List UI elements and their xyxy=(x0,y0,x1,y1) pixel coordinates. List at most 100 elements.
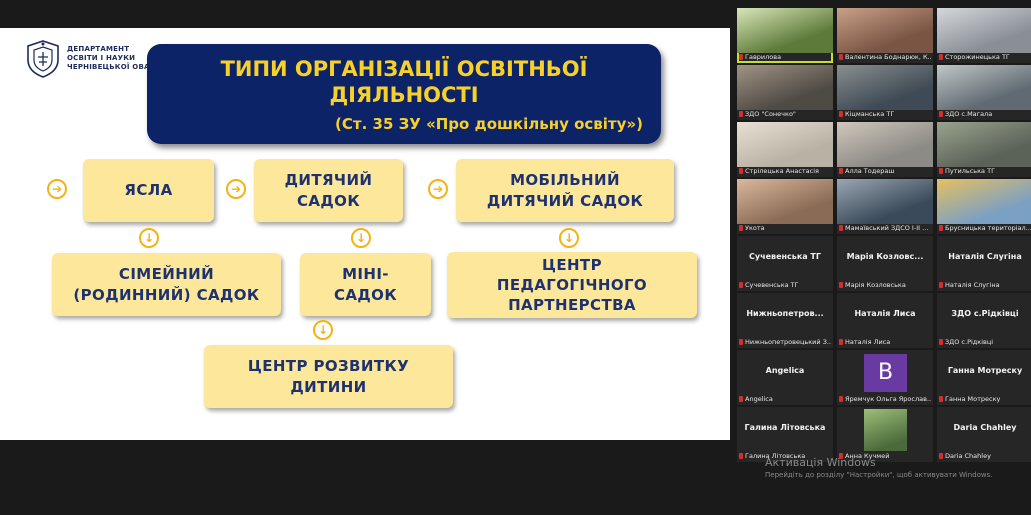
muted-mic-icon xyxy=(739,111,743,117)
muted-mic-icon xyxy=(739,225,743,231)
muted-mic-icon xyxy=(939,225,943,231)
participant-video xyxy=(937,122,1031,167)
participant-tile[interactable]: B Яремчук Ольга Ярослав... xyxy=(837,350,933,405)
participant-name: Ганна Мотреску xyxy=(939,395,1031,404)
participant-tile[interactable]: Алла Тодераш xyxy=(837,122,933,177)
participant-tile[interactable]: Анна Кучмей xyxy=(837,407,933,462)
participant-name-text: Валентина Боднарюк, К... xyxy=(845,53,931,61)
participant-name-text: Мамаївський ЗДСО І-ІІ ... xyxy=(845,224,929,232)
participant-tile[interactable]: Брусницька територіал... xyxy=(937,179,1031,234)
participant-tile[interactable]: Мамаївський ЗДСО І-ІІ ... xyxy=(837,179,933,234)
box-mini-sadok: МІНІ- САДОК xyxy=(300,253,431,316)
muted-mic-icon xyxy=(839,396,843,402)
muted-mic-icon xyxy=(939,168,943,174)
arrow-right-icon: ➔ xyxy=(47,179,67,199)
muted-mic-icon xyxy=(939,453,943,459)
participant-name-text: Angelica xyxy=(745,395,773,403)
participant-name-text: Гаврилова xyxy=(745,53,782,61)
participant-name: Сторожинецька ТГ xyxy=(939,53,1031,62)
windows-activation-title: Активація Windows xyxy=(765,456,876,469)
box-tsentr-rozvytku: ЦЕНТР РОЗВИТКУ ДИТИНИ xyxy=(204,345,453,408)
participant-tile[interactable]: Ганна Мотреску Ганна Мотреску xyxy=(937,350,1031,405)
participant-name: ЗДО с.Магала xyxy=(939,110,1031,119)
department-label: ДЕПАРТАМЕНТ ОСВІТИ І НАУКИ ЧЕРНІВЕЦЬКОЇ … xyxy=(67,45,150,72)
participant-name: Daria Chahley xyxy=(939,452,1031,461)
participant-name: Сучевенська ТГ xyxy=(739,281,831,290)
arrow-right-icon: ➔ xyxy=(226,179,246,199)
participant-video xyxy=(837,8,933,53)
participant-name: Кіцманська ТГ xyxy=(839,110,931,119)
participant-name: Укота xyxy=(739,224,831,233)
participant-name: Нижньопетровецький З... xyxy=(739,338,831,347)
muted-mic-icon xyxy=(739,453,743,459)
participant-tile[interactable]: Укота xyxy=(737,179,833,234)
participant-grid: Гаврилова Валентина Боднарюк, К... Сторожи… xyxy=(737,8,1031,462)
participant-tile[interactable]: Сторожинецька ТГ xyxy=(937,8,1031,63)
muted-mic-icon xyxy=(939,54,943,60)
participant-tile[interactable]: ЗДО "Сонечко" xyxy=(737,65,833,120)
participant-tile[interactable]: ЗДО с.Рідківці ЗДО с.Рідківці xyxy=(937,293,1031,348)
box-label-line: САДОК xyxy=(334,285,397,304)
box-simeynyy-sadok: СІМЕЙНИЙ (РОДИННИЙ) САДОК xyxy=(52,253,281,316)
participant-name: Наталія Слугіна xyxy=(939,281,1031,290)
arrow-down-icon: ↓ xyxy=(139,228,159,248)
participant-name: Стрілецька Анастасія xyxy=(739,167,831,176)
participant-video xyxy=(737,8,833,53)
participant-tile[interactable]: Марія Козловс... Марія Козловська xyxy=(837,236,933,291)
participant-name-text: Ганна Мотреску xyxy=(945,395,1001,403)
participant-tile[interactable]: Стрілецька Анастасія xyxy=(737,122,833,177)
muted-mic-icon xyxy=(839,282,843,288)
participant-tile[interactable]: Кіцманська ТГ xyxy=(837,65,933,120)
participant-tile[interactable]: Сучевенська ТГ Сучевенська ТГ xyxy=(737,236,833,291)
participant-name-text: Сучевенська ТГ xyxy=(745,281,799,289)
participant-name-text: Наталія Лиса xyxy=(845,338,891,346)
participant-name-text: Наталія Слугіна xyxy=(945,281,1000,289)
participant-tile[interactable]: Нижньопетров... Нижньопетровецький З... xyxy=(737,293,833,348)
participant-tile[interactable]: Наталія Слугіна Наталія Слугіна xyxy=(937,236,1031,291)
box-mobilnyy-sadok: МОБІЛЬНИЙ ДИТЯЧИЙ САДОК xyxy=(456,159,674,222)
participant-display-name: Галина Літовська xyxy=(744,423,826,432)
participant-video xyxy=(837,122,933,167)
participant-name-text: ЗДО с.Магала xyxy=(945,110,993,118)
box-label-line: ДИТЯЧИЙ xyxy=(284,170,373,189)
slide-title-box: ТИПИ ОРГАНІЗАЦІЇ ОСВІТНЬОЇ ДІЯЛЬНОСТІ (С… xyxy=(147,44,661,144)
arrow-down-icon: ↓ xyxy=(313,320,333,340)
shared-slide: ДЕПАРТАМЕНТ ОСВІТИ І НАУКИ ЧЕРНІВЕЦЬКОЇ … xyxy=(0,28,730,440)
box-dytyachyy-sadok: ДИТЯЧИЙ САДОК xyxy=(254,159,403,222)
participant-name-text: Яремчук Ольга Ярослав... xyxy=(845,395,931,403)
participant-name: Яремчук Ольга Ярослав... xyxy=(839,395,931,404)
box-label-line: ПЕДАГОГІЧНОГО xyxy=(496,276,648,294)
participant-name-text: Укота xyxy=(745,224,765,232)
participant-tile[interactable]: Наталія Лиса Наталія Лиса xyxy=(837,293,933,348)
muted-mic-icon xyxy=(739,54,743,60)
participant-display-name: Наталія Слугіна xyxy=(948,252,1022,261)
box-label-line: ПАРТНЕРСТВА xyxy=(508,296,636,314)
box-label-line: МОБІЛЬНИЙ xyxy=(510,170,620,189)
participant-tile[interactable]: Daria Chahley Daria Chahley xyxy=(937,407,1031,462)
department-line-2: ОСВІТИ І НАУКИ xyxy=(67,54,136,62)
participant-tile[interactable]: Путильська ТГ xyxy=(937,122,1031,177)
participant-tile[interactable]: ЗДО с.Магала xyxy=(937,65,1031,120)
participant-name-text: Брусницька територіал... xyxy=(945,224,1031,232)
participant-video xyxy=(937,8,1031,53)
muted-mic-icon xyxy=(839,339,843,345)
participant-name: Алла Тодераш xyxy=(839,167,931,176)
participant-video xyxy=(737,65,833,110)
participant-name: Марія Козловська xyxy=(839,281,931,290)
box-label-line: ДИТЯЧИЙ САДОК xyxy=(486,191,644,210)
participant-tile[interactable]: Галина Літовська Галина Літовська xyxy=(737,407,833,462)
box-yasla: ЯСЛА xyxy=(83,159,214,222)
participant-tile[interactable]: Angelica Angelica xyxy=(737,350,833,405)
windows-activation-subtitle: Перейдіть до розділу "Настройки", щоб ак… xyxy=(765,471,993,479)
participant-video xyxy=(937,179,1031,224)
arrow-right-icon: ➔ xyxy=(428,179,448,199)
muted-mic-icon xyxy=(839,168,843,174)
participant-tile[interactable]: Валентина Боднарюк, К... xyxy=(837,8,933,63)
participant-tile[interactable]: Гаврилова xyxy=(737,8,833,63)
participant-display-name: Нижньопетров... xyxy=(746,309,824,318)
participant-name: Брусницька територіал... xyxy=(939,224,1031,233)
slide-title-line-1: ТИПИ ОРГАНІЗАЦІЇ ОСВІТНЬОЇ xyxy=(220,57,588,81)
avatar: B xyxy=(864,354,907,392)
participant-name: ЗДО "Сонечко" xyxy=(739,110,831,119)
participant-video xyxy=(937,65,1031,110)
